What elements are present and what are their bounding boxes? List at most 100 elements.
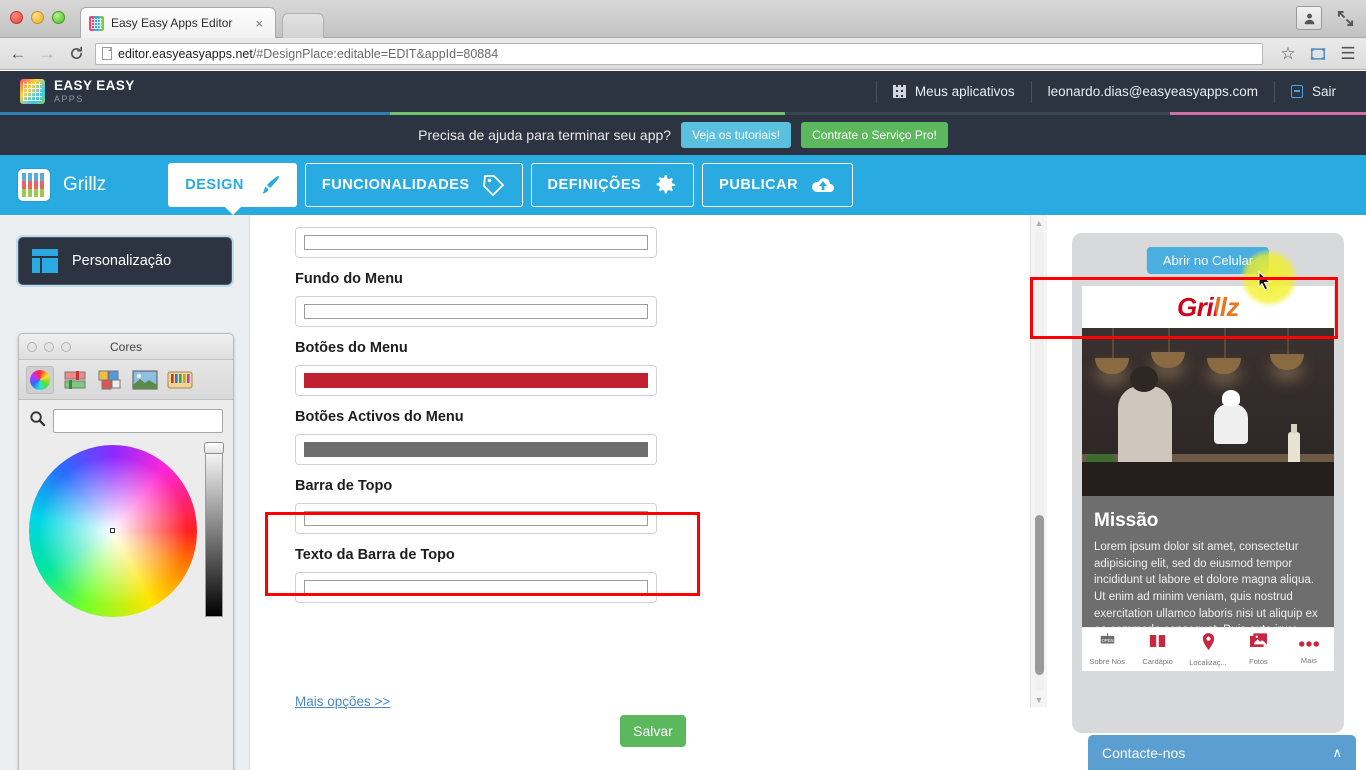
easyeasy-logo[interactable]: EASY EASY APPS bbox=[0, 79, 135, 104]
color-field-label: Botões do Menu bbox=[295, 340, 408, 356]
preview-section-title: Missão bbox=[1094, 510, 1159, 531]
image-icon[interactable] bbox=[131, 366, 159, 394]
color-field-label: Fundo do Menu bbox=[295, 271, 403, 287]
brightness-slider[interactable] bbox=[204, 442, 225, 617]
cast-icon[interactable] bbox=[1308, 44, 1328, 64]
sidebar-item-label: Personalização bbox=[72, 253, 172, 269]
color-field-swatch bbox=[304, 511, 648, 526]
forward-icon[interactable]: → bbox=[37, 44, 57, 64]
scroll-up-arrow[interactable]: ▲ bbox=[1031, 215, 1047, 230]
logout-link[interactable]: Sair bbox=[1273, 80, 1352, 103]
tab-definicoes-label: DEFINIÇÕES bbox=[547, 177, 642, 193]
color-field-label: Botões Activos do Menu bbox=[295, 409, 464, 425]
color-fields-form: Texto Fundo do Menu Botões do Menu Botões A… bbox=[295, 215, 995, 616]
color-field-swatch bbox=[304, 235, 648, 250]
color-panel-close-button[interactable] bbox=[27, 342, 37, 352]
my-apps-label: Meus aplicativos bbox=[914, 84, 1015, 99]
minimize-window-button[interactable] bbox=[31, 11, 44, 24]
maximize-window-button[interactable] bbox=[52, 11, 65, 24]
address-bar[interactable]: editor.easyeasyapps.net/#DesignPlace:edi… bbox=[95, 42, 1263, 65]
color-field-group: Botões do Menu bbox=[295, 340, 995, 396]
contact-us-label: Contacte-nos bbox=[1102, 744, 1186, 761]
preview-tab-book[interactable]: Cardápio bbox=[1132, 633, 1182, 666]
preview-tab-photo[interactable]: Fotos bbox=[1233, 633, 1283, 666]
sidebar-item-personalizacao[interactable]: Personalização bbox=[18, 237, 232, 285]
tab-funcionalidades-label: FUNCIONALIDADES bbox=[321, 177, 470, 193]
browser-tab[interactable]: Easy Easy Apps Editor × bbox=[80, 7, 276, 38]
chevron-up-icon[interactable]: ∧ bbox=[1332, 745, 1342, 761]
color-field-input[interactable] bbox=[295, 296, 657, 327]
scroll-down-arrow[interactable]: ▼ bbox=[1031, 692, 1047, 707]
brand-line-2: APPS bbox=[54, 93, 84, 104]
contact-us-widget[interactable]: Contacte-nos ∧ bbox=[1088, 735, 1356, 770]
color-wheel-icon[interactable] bbox=[26, 365, 54, 394]
page-info-icon bbox=[102, 47, 112, 60]
preview-tab-open-sign[interactable]: OPEN Sobre Nós bbox=[1082, 633, 1132, 666]
bookmark-star-icon[interactable]: ☆ bbox=[1278, 44, 1298, 64]
tab-publicar[interactable]: PUBLICAR bbox=[702, 163, 854, 207]
preview-tab-bar: OPEN Sobre Nós Cardápio Localizaç... Fotos Ma… bbox=[1082, 627, 1334, 671]
profile-avatar-icon[interactable] bbox=[1296, 6, 1322, 30]
design-settings-panel: Texto Fundo do Menu Botões do Menu Botões A… bbox=[250, 215, 1050, 770]
save-button[interactable]: Salvar bbox=[620, 715, 686, 747]
main-scrollbar[interactable]: ▲ ▼ bbox=[1030, 215, 1047, 707]
tab-definicoes[interactable]: DEFINIÇÕES bbox=[530, 163, 695, 207]
account-email[interactable]: leonardo.dias@easyeasyapps.com bbox=[1030, 80, 1274, 103]
pencils-icon[interactable] bbox=[166, 366, 194, 394]
color-field-group: Botões Activos do Menu bbox=[295, 409, 995, 465]
tab-funcionalidades[interactable]: FUNCIONALIDADES bbox=[304, 163, 523, 207]
color-panel-zoom-button[interactable] bbox=[61, 342, 71, 352]
color-picker-panel: Cores bbox=[18, 333, 234, 770]
color-field-group: Barra de Topo bbox=[295, 478, 995, 534]
color-panel-minimize-button[interactable] bbox=[44, 342, 54, 352]
close-window-button[interactable] bbox=[10, 11, 23, 24]
palettes-icon[interactable] bbox=[96, 366, 124, 394]
my-apps-link[interactable]: Meus aplicativos bbox=[875, 80, 1031, 103]
brightness-slider-knob[interactable] bbox=[204, 442, 225, 454]
color-wheel[interactable] bbox=[29, 445, 198, 617]
color-field-input[interactable] bbox=[295, 503, 657, 534]
app-navigation-bar: Grillz DESIGN FUNCIONALIDADES DEFINIÇÕES bbox=[0, 155, 1366, 215]
scrollbar-thumb[interactable] bbox=[1035, 515, 1044, 675]
preview-tab-map-pin[interactable]: Localizaç... bbox=[1183, 632, 1233, 667]
preview-tab-ellipsis[interactable]: Mais bbox=[1284, 635, 1334, 665]
color-field-input[interactable] bbox=[295, 365, 657, 396]
app-icon bbox=[18, 169, 50, 201]
color-field-group: Fundo do Menu bbox=[295, 271, 995, 327]
preview-top-bar: Grillz bbox=[1082, 286, 1334, 328]
preview-tab-label: Fotos bbox=[1249, 657, 1268, 666]
close-icon[interactable]: × bbox=[251, 16, 267, 31]
tab-design[interactable]: DESIGN bbox=[168, 163, 297, 215]
book-icon bbox=[1149, 633, 1166, 654]
color-field-input[interactable] bbox=[295, 227, 657, 258]
color-field-swatch bbox=[304, 580, 648, 595]
app-header: EASY EASY APPS Meus aplicativos leonardo… bbox=[0, 71, 1366, 112]
color-field-input[interactable] bbox=[295, 572, 657, 603]
tab-design-label: DESIGN bbox=[185, 177, 244, 193]
color-field-group: Texto da Barra de Topo bbox=[295, 547, 995, 603]
color-search-input[interactable] bbox=[53, 409, 223, 433]
reload-icon[interactable] bbox=[66, 44, 86, 64]
color-wheel-selector[interactable] bbox=[110, 528, 116, 533]
tab-publicar-label: PUBLICAR bbox=[719, 177, 799, 193]
favicon-icon bbox=[89, 15, 104, 31]
new-tab-button[interactable] bbox=[282, 13, 324, 38]
toolbar-actions: ☆ ☰ bbox=[1272, 44, 1358, 64]
gear-icon bbox=[653, 173, 677, 197]
color-panel-window-buttons bbox=[27, 342, 71, 352]
current-app: Grillz bbox=[0, 169, 106, 201]
color-field-input[interactable] bbox=[295, 434, 657, 465]
color-panel-titlebar: Cores bbox=[19, 334, 233, 360]
left-sidebar: Personalização Cores bbox=[0, 215, 250, 770]
browser-menu-icon[interactable]: ☰ bbox=[1338, 44, 1358, 64]
hire-pro-button[interactable]: Contrate o Serviço Pro! bbox=[801, 122, 948, 148]
color-field-swatch bbox=[304, 373, 648, 388]
more-options-link[interactable]: Mais opções >> bbox=[295, 694, 390, 709]
fullscreen-icon[interactable] bbox=[1332, 6, 1358, 30]
tutorials-button[interactable]: Veja os tutoriais! bbox=[681, 122, 792, 148]
logout-icon bbox=[1290, 85, 1303, 98]
sliders-icon[interactable] bbox=[61, 366, 89, 394]
upload-cloud-icon bbox=[810, 175, 836, 195]
back-icon[interactable]: ← bbox=[8, 44, 28, 64]
svg-text:OPEN: OPEN bbox=[1101, 638, 1113, 643]
